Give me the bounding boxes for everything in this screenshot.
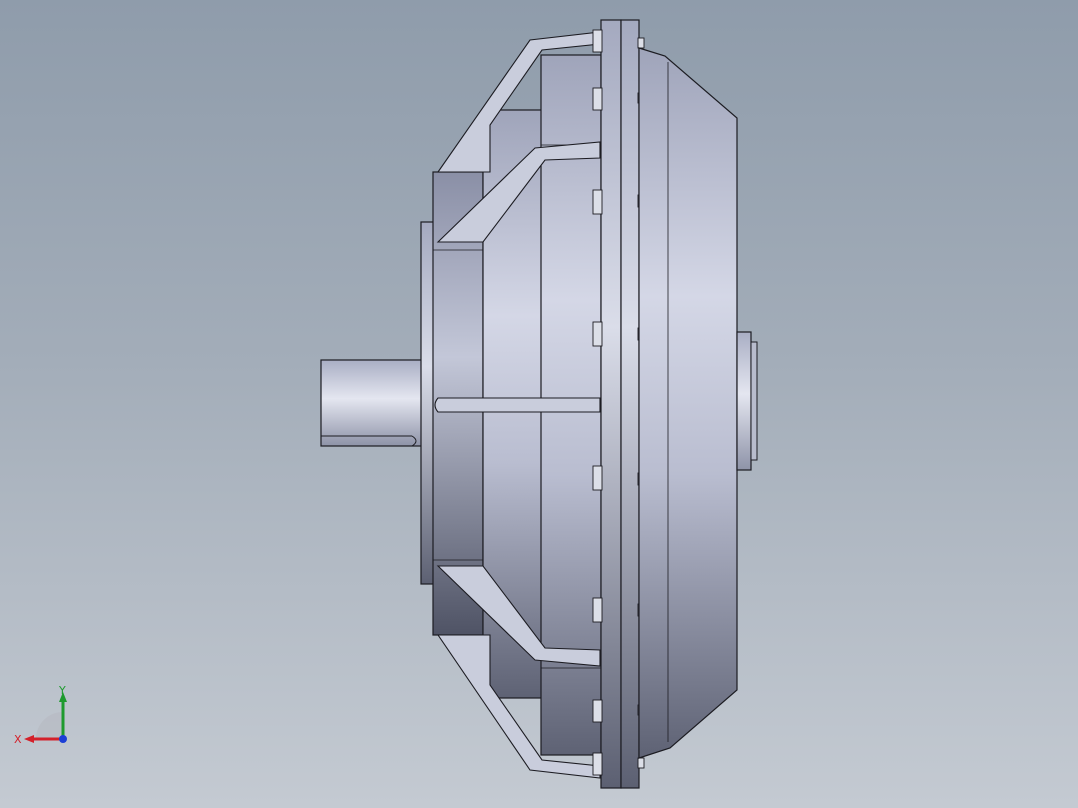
y-axis-label: Y [58,684,66,697]
coupling-model[interactable] [0,0,1078,808]
outer-shell[interactable] [638,47,738,759]
graphics-viewport[interactable]: Y X [0,0,1078,808]
output-boss[interactable] [736,331,758,471]
bolted-flange[interactable] [600,19,640,789]
input-shaft[interactable] [320,359,426,447]
axis-triad: Y X [14,684,67,746]
z-axis-dot [59,735,67,743]
x-axis-label: X [14,733,22,746]
